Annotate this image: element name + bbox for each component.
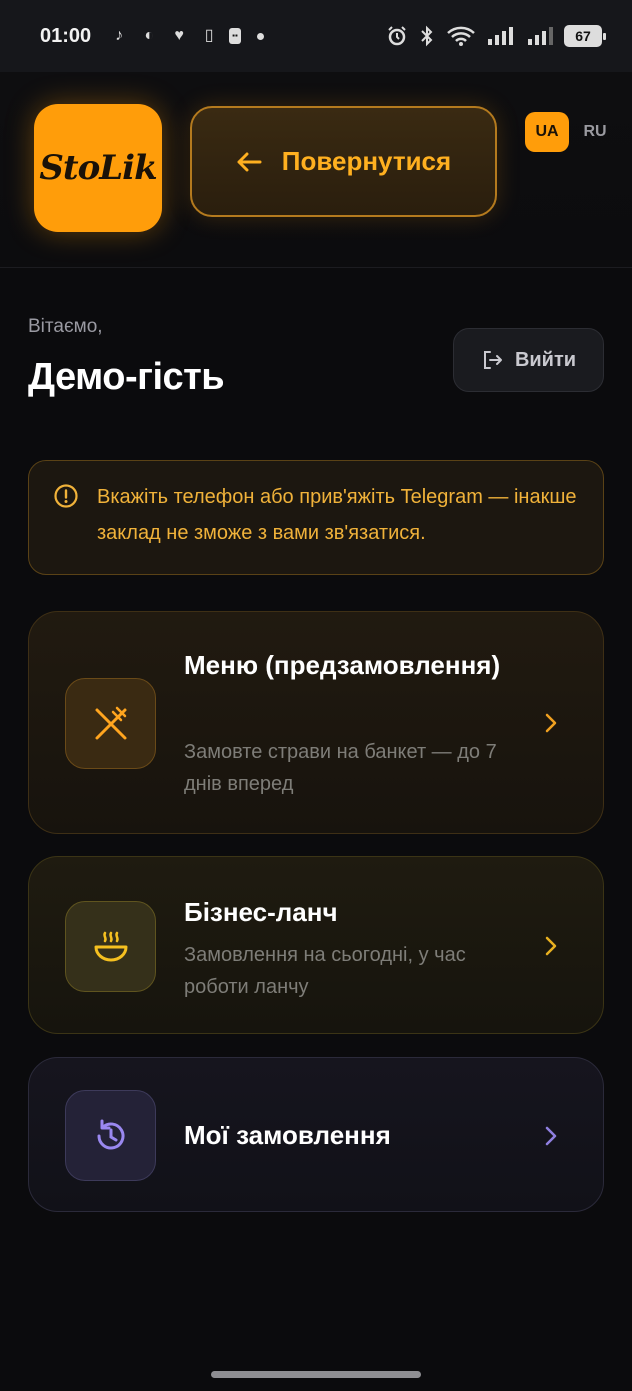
more-notifications-icon <box>256 32 264 40</box>
guest-name: Демо-гість <box>28 356 225 398</box>
soup-bowl-icon <box>65 901 156 992</box>
tiktok-icon: ♪ <box>115 27 124 44</box>
status-right: 67 <box>386 25 606 47</box>
alert-circle-icon <box>54 484 78 508</box>
chevron-right-icon <box>545 936 557 956</box>
back-button[interactable]: Повернутися <box>190 106 497 217</box>
status-time: 01:00 <box>40 24 92 47</box>
logout-button[interactable]: Вийти <box>453 328 604 392</box>
chevron-right-icon <box>545 713 557 733</box>
business-lunch-card[interactable]: Бізнес-ланч Замовлення на сьогодні, у ча… <box>28 856 604 1034</box>
app-logo[interactable]: StoLik <box>34 104 162 232</box>
bybit-icon: ▪▪ <box>229 28 241 44</box>
menu-card-description: Замовте страви на банкет — до 7 днів впе… <box>184 741 497 795</box>
menu-preorder-card[interactable]: Меню (предзамовлення) Замовте страви на … <box>28 611 604 834</box>
welcome-label: Вітаємо, <box>28 316 103 337</box>
warning-text: Вкажіть телефон або прив'яжіть Telegram … <box>97 486 577 544</box>
logout-icon <box>483 351 502 369</box>
my-orders-card[interactable]: Мої замовлення <box>28 1057 604 1212</box>
signal-icon <box>488 27 513 45</box>
logout-label: Вийти <box>514 348 577 371</box>
back-button-label: Повернутися <box>281 146 452 176</box>
status-left: 01:00 ♪ ◐ ♥ ▯ ▪▪ <box>40 25 264 48</box>
cutlery-crossed-icon <box>65 678 156 769</box>
battery-icon: 67 <box>564 25 606 47</box>
lunch-card-description: Замовлення на сьогодні, у час роботи лан… <box>184 944 466 998</box>
home-indicator[interactable] <box>211 1371 421 1378</box>
wifi-icon <box>447 26 475 46</box>
menu-card-title: Меню (предзамовлення) <box>184 650 501 680</box>
contact-warning-banner: Вкажіть телефон або прив'яжіть Telegram … <box>28 460 604 575</box>
bluetooth-icon <box>421 25 433 47</box>
arrow-left-icon <box>237 152 262 171</box>
chevron-right-icon <box>545 1126 557 1146</box>
signal-2-icon <box>528 27 553 45</box>
logo-text: StoLik <box>39 148 157 188</box>
heart-app-icon: ♥ <box>174 27 184 44</box>
alarm-icon <box>388 26 406 46</box>
ok-icon: ◐ <box>144 27 154 44</box>
lang-ua-button[interactable]: UA <box>525 112 569 152</box>
lang-ru-button[interactable]: RU <box>578 112 612 152</box>
orders-card-title: Мої замовлення <box>184 1120 391 1150</box>
sim-icon: ▯ <box>204 27 214 44</box>
status-bar: 01:00 ♪ ◐ ♥ ▯ ▪▪ 67 <box>0 0 632 72</box>
app-header: StoLik Повернутися UA RU <box>0 72 632 268</box>
history-icon <box>65 1090 156 1181</box>
lunch-card-title: Бізнес-ланч <box>184 897 338 927</box>
